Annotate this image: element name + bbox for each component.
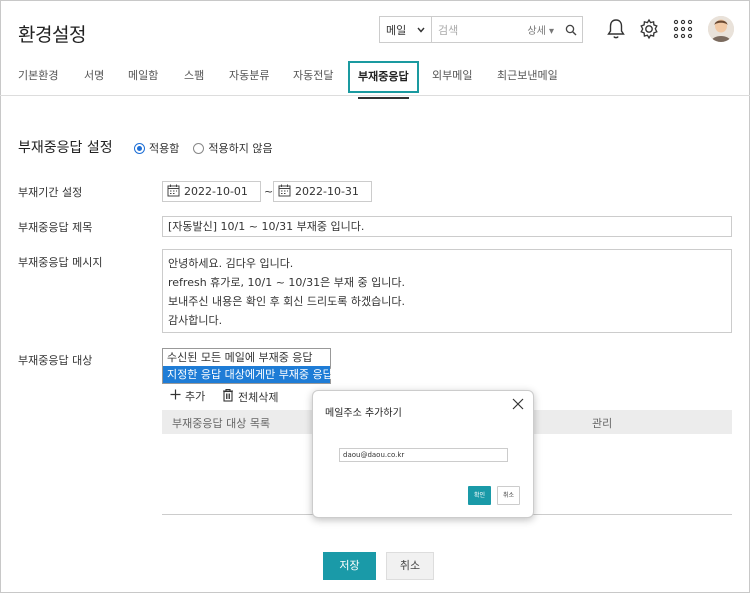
calendar-icon[interactable] [278,184,291,200]
popup-title: 메일주소 추가하기 [325,408,402,419]
gear-icon[interactable] [637,17,661,41]
tab-external-mail[interactable]: 외부메일 [432,60,472,94]
search-detail-toggle[interactable]: 상세 ▾ [527,22,554,37]
apply-radio-group: 적용함 적용하지 않음 [134,140,283,156]
plus-icon [170,389,181,403]
save-button[interactable]: 저장 [323,552,376,580]
page-title: 환경설정 [18,24,86,46]
tab-mailbox[interactable]: 메일함 [128,60,158,94]
message-textarea[interactable]: 안녕하세요. 김다우 입니다. refresh 휴가로, 10/1 ~ 10/3… [162,249,732,333]
start-date-value: 2022-10-01 [184,185,248,198]
tab-spam[interactable]: 스팸 [184,60,204,94]
end-date-value: 2022-10-31 [295,185,359,198]
radio-not-apply-label[interactable]: 적용하지 않음 [208,140,272,156]
search-icon[interactable] [560,24,582,36]
chevron-down-icon [417,23,425,36]
col-manage: 관리 [592,417,613,430]
target-option-all[interactable]: 수신된 모든 메일에 부재중 응답 [163,349,330,366]
tab-recent-sent[interactable]: 최근보낸메일 [497,60,558,94]
period-label: 부재기간 설정 [18,186,83,199]
message-label: 부재중응답 메시지 [18,256,103,269]
email-field[interactable]: daou@daou.co.kr [339,448,508,462]
bell-icon[interactable] [604,17,628,41]
settings-tabs: 기본환경 서명 메일함 스팸 자동분류 자동전달 부재중응답 외부메일 최근보낸… [0,60,750,99]
col-target-list: 부재중응답 대상 목록 [172,417,271,430]
add-target-button[interactable]: 추가 [170,388,205,404]
tab-auto-forward[interactable]: 자동전달 [293,60,333,94]
section-title: 부재중응답 설정 [18,140,113,156]
trash-icon [222,388,234,405]
avatar[interactable] [708,16,734,42]
target-option-specified[interactable]: 지정한 응답 대상에게만 부재중 응답 [163,366,333,383]
search-input[interactable]: 검색 [432,22,527,38]
subject-label: 부재중응답 제목 [18,221,93,234]
cancel-button[interactable]: 취소 [386,552,434,580]
message-line: 감사합니다. [168,314,223,327]
message-line: 보내주신 내용은 확인 후 회신 드리도록 하겠습니다. [168,295,405,308]
radio-apply[interactable] [134,142,145,154]
subject-input[interactable]: [자동발신] 10/1 ~ 10/31 부재중 입니다. [162,216,732,237]
add-label: 추가 [185,390,206,403]
message-line: refresh 휴가로, 10/1 ~ 10/31은 부재 중 입니다. [168,276,405,289]
search-scope-label: 메일 [386,23,407,37]
tab-signature[interactable]: 서명 [84,60,104,94]
close-icon[interactable] [511,396,525,410]
start-date-field[interactable]: 2022-10-01 [162,181,261,202]
tab-basic[interactable]: 기본환경 [18,60,58,94]
target-label: 부재중응답 대상 [18,354,93,367]
app-grid-icon[interactable] [671,17,695,41]
search-box: 메일 검색 상세 ▾ [379,16,583,43]
popup-cancel-button[interactable]: 취소 [497,486,520,505]
end-date-field[interactable]: 2022-10-31 [273,181,372,202]
tab-out-of-office[interactable]: 부재중응답 [348,61,419,99]
radio-not-apply[interactable] [193,142,205,154]
radio-apply-label[interactable]: 적용함 [149,140,179,156]
delete-all-label: 전체삭제 [238,390,279,404]
calendar-icon[interactable] [167,184,180,200]
date-separator: ~ [264,185,274,198]
add-email-popup: 메일주소 추가하기 daou@daou.co.kr 확인 취소 [312,390,534,518]
target-select-list: 수신된 모든 메일에 부재중 응답 지정한 응답 대상에게만 부재중 응답 [162,348,333,384]
tab-auto-sort[interactable]: 자동분류 [229,60,269,94]
message-line: 안녕하세요. 김다우 입니다. [168,257,294,270]
delete-all-button[interactable]: 전체삭제 [222,388,278,405]
search-scope-select[interactable]: 메일 [380,17,432,42]
popup-ok-button[interactable]: 확인 [468,486,491,505]
